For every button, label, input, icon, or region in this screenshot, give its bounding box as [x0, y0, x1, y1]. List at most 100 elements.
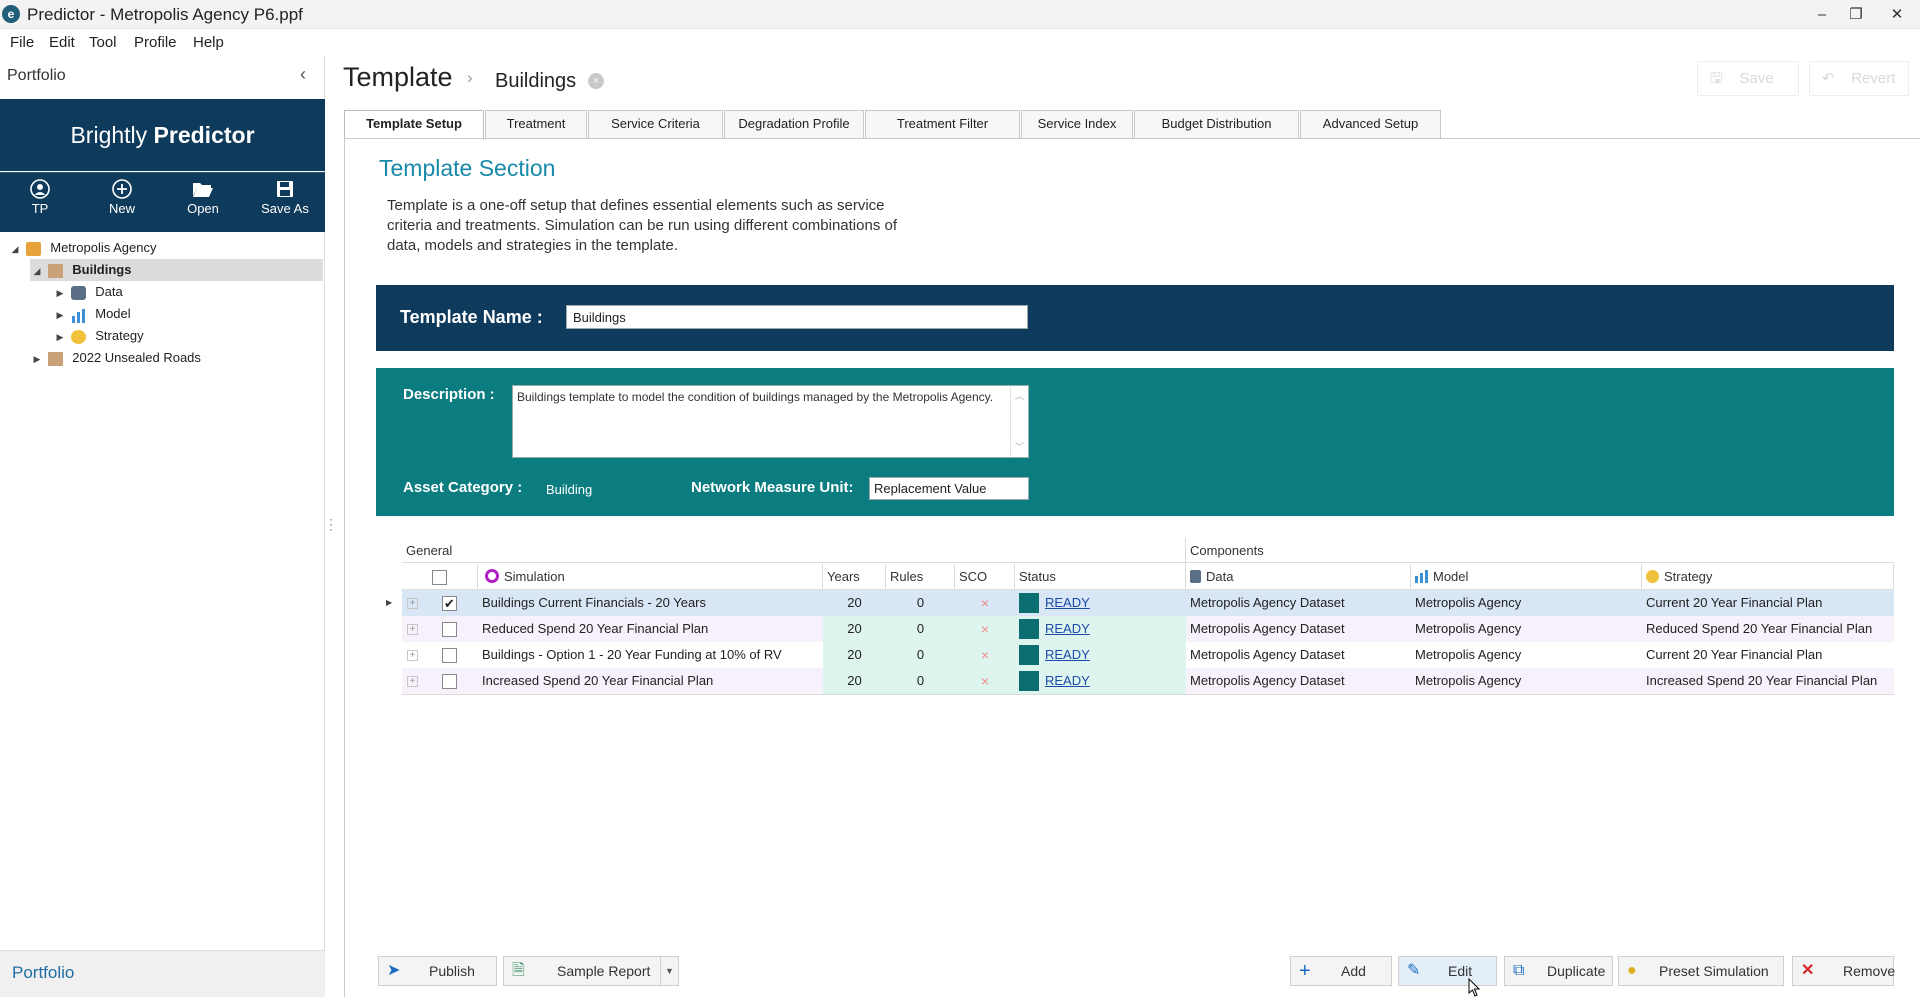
status-ready-link[interactable]: READY	[1045, 590, 1090, 616]
expand-row-icon[interactable]: +	[407, 676, 418, 687]
row-checkbox[interactable]	[442, 648, 457, 663]
row-checkbox[interactable]	[442, 674, 457, 689]
table-row[interactable]: + Buildings - Option 1 - 20 Year Funding…	[402, 642, 1894, 668]
collapsed-arrow-icon[interactable]: ▶	[30, 348, 44, 370]
add-button[interactable]: + Add	[1290, 956, 1392, 986]
expand-row-icon[interactable]: +	[407, 624, 418, 635]
template-icon	[47, 351, 63, 366]
tree-node-2022-unsealed-roads[interactable]: ▶ 2022 Unsealed Roads	[30, 347, 201, 369]
save-as-button[interactable]: Save As	[255, 179, 315, 216]
simulation-grid: General Components Simulation Years Rule…	[386, 538, 1894, 698]
header-data[interactable]: Data	[1186, 564, 1411, 590]
header-data-label: Data	[1206, 569, 1234, 584]
cell-data: Metropolis Agency Dataset	[1190, 595, 1345, 610]
new-button[interactable]: New	[92, 179, 152, 216]
tab-treatment[interactable]: Treatment	[485, 110, 587, 138]
table-row[interactable]: + Reduced Spend 20 Year Financial Plan 2…	[402, 616, 1894, 642]
close-window-button[interactable]: ✕	[1877, 0, 1917, 29]
tab-degradation-profile[interactable]: Degradation Profile	[724, 110, 864, 138]
table-row[interactable]: + Increased Spend 20 Year Financial Plan…	[402, 668, 1894, 694]
header-simulation[interactable]: Simulation	[478, 564, 823, 590]
tp-button[interactable]: TP	[10, 179, 70, 216]
sample-report-button[interactable]: 🗎 Sample Report ▼	[503, 956, 679, 986]
portfolio-toolbar: TP New Open Save As	[0, 172, 325, 232]
cell-simulation: Buildings - Option 1 - 20 Year Funding a…	[482, 647, 782, 662]
duplicate-button[interactable]: ⧉ Duplicate	[1504, 956, 1613, 986]
expand-arrow-icon[interactable]: ◢	[30, 260, 44, 282]
menu-help[interactable]: Help	[193, 34, 224, 51]
header-select-all	[402, 564, 478, 590]
cell-strategy: Current 20 Year Financial Plan	[1646, 647, 1823, 662]
tab-advanced-setup[interactable]: Advanced Setup	[1300, 110, 1441, 138]
edit-button[interactable]: ✎ Edit	[1398, 956, 1497, 986]
status-ready-link[interactable]: READY	[1045, 616, 1090, 642]
row-checkbox[interactable]: ✔	[442, 596, 457, 611]
header-strategy-label: Strategy	[1664, 569, 1713, 584]
header-strategy[interactable]: Strategy	[1642, 564, 1894, 590]
publish-label: Publish	[429, 963, 475, 979]
scroll-down-icon[interactable]: ﹀	[1011, 439, 1028, 455]
revert-icon: ↶	[1822, 70, 1835, 87]
tab-treatment-filter[interactable]: Treatment Filter	[865, 110, 1020, 138]
menu-tool[interactable]: Tool	[89, 34, 117, 51]
row-checkbox[interactable]	[442, 622, 457, 637]
tab-template-setup[interactable]: Template Setup	[344, 110, 484, 140]
collapse-panel-button[interactable]: ‹	[300, 64, 306, 85]
preset-icon: ●	[1627, 962, 1637, 979]
publish-arrow-icon: ➤	[387, 962, 401, 979]
expand-row-icon[interactable]: +	[407, 650, 418, 661]
cell-rules: 0	[886, 642, 955, 668]
tab-service-criteria[interactable]: Service Criteria	[588, 110, 723, 138]
portfolio-footer-link[interactable]: Portfolio	[12, 963, 74, 983]
network-measure-unit-input[interactable]: Replacement Value	[869, 477, 1029, 500]
expand-row-icon[interactable]: +	[407, 598, 418, 609]
header-status[interactable]: Status	[1015, 564, 1186, 590]
header-model[interactable]: Model	[1411, 564, 1642, 590]
header-rules[interactable]: Rules	[886, 564, 955, 590]
template-name-input[interactable]	[566, 305, 1028, 329]
tree-node-strategy[interactable]: ▶ Strategy	[53, 325, 144, 347]
agency-icon	[25, 241, 41, 256]
revert-button[interactable]: ↶ Revert	[1809, 61, 1909, 96]
duplicate-label: Duplicate	[1547, 963, 1606, 979]
collapsed-arrow-icon[interactable]: ▶	[53, 326, 67, 348]
breadcrumb-root[interactable]: Template	[343, 62, 453, 93]
close-tab-icon[interactable]: ×	[588, 73, 604, 89]
new-label: New	[108, 201, 135, 216]
left-footer: Portfolio	[0, 950, 325, 997]
remove-button[interactable]: ✕ Remove	[1792, 956, 1895, 986]
save-button[interactable]: 🖫 Save	[1697, 61, 1799, 96]
tree-node-buildings[interactable]: ◢ Buildings	[30, 259, 323, 281]
cell-data: Metropolis Agency Dataset	[1190, 621, 1345, 636]
menu-edit[interactable]: Edit	[49, 34, 75, 51]
collapsed-arrow-icon[interactable]: ▶	[53, 282, 67, 304]
scroll-up-icon[interactable]: ︿	[1011, 388, 1028, 404]
cell-years: 20	[823, 616, 886, 642]
publish-button[interactable]: ➤ Publish	[378, 956, 497, 986]
description-textarea[interactable]: Buildings template to model the conditio…	[512, 385, 1029, 458]
expand-arrow-icon[interactable]: ◢	[8, 238, 22, 260]
status-ready-link[interactable]: READY	[1045, 642, 1090, 668]
network-measure-unit-label: Network Measure Unit:	[691, 479, 854, 496]
tab-budget-distribution[interactable]: Budget Distribution	[1134, 110, 1299, 138]
collapsed-arrow-icon[interactable]: ▶	[53, 304, 67, 326]
header-simulation-label: Simulation	[504, 569, 565, 584]
open-button[interactable]: Open	[173, 179, 233, 216]
menu-file[interactable]: File	[10, 34, 34, 51]
splitter-handle[interactable]: · · ·	[329, 513, 333, 535]
tab-service-index[interactable]: Service Index	[1021, 110, 1133, 138]
status-ready-link[interactable]: READY	[1045, 668, 1090, 694]
chevron-down-icon[interactable]: ▼	[660, 957, 678, 985]
tree-node-data[interactable]: ▶ Data	[53, 281, 123, 303]
header-sco[interactable]: SCO	[955, 564, 1015, 590]
header-years[interactable]: Years	[823, 564, 886, 590]
tree-label: Model	[95, 306, 131, 321]
table-row[interactable]: ▶ + ✔ Buildings Current Financials - 20 …	[386, 590, 1894, 616]
description-scrollbar[interactable]: ︿ ﹀	[1010, 386, 1028, 457]
menu-profile[interactable]: Profile	[134, 34, 177, 51]
preset-simulation-button[interactable]: ● Preset Simulation	[1618, 956, 1784, 986]
tree-node-metropolis-agency[interactable]: ◢ Metropolis Agency	[8, 237, 325, 259]
tree-node-model[interactable]: ▶ Model	[53, 303, 131, 325]
restore-button[interactable]: ❐	[1836, 0, 1876, 29]
select-all-checkbox[interactable]	[432, 570, 447, 585]
